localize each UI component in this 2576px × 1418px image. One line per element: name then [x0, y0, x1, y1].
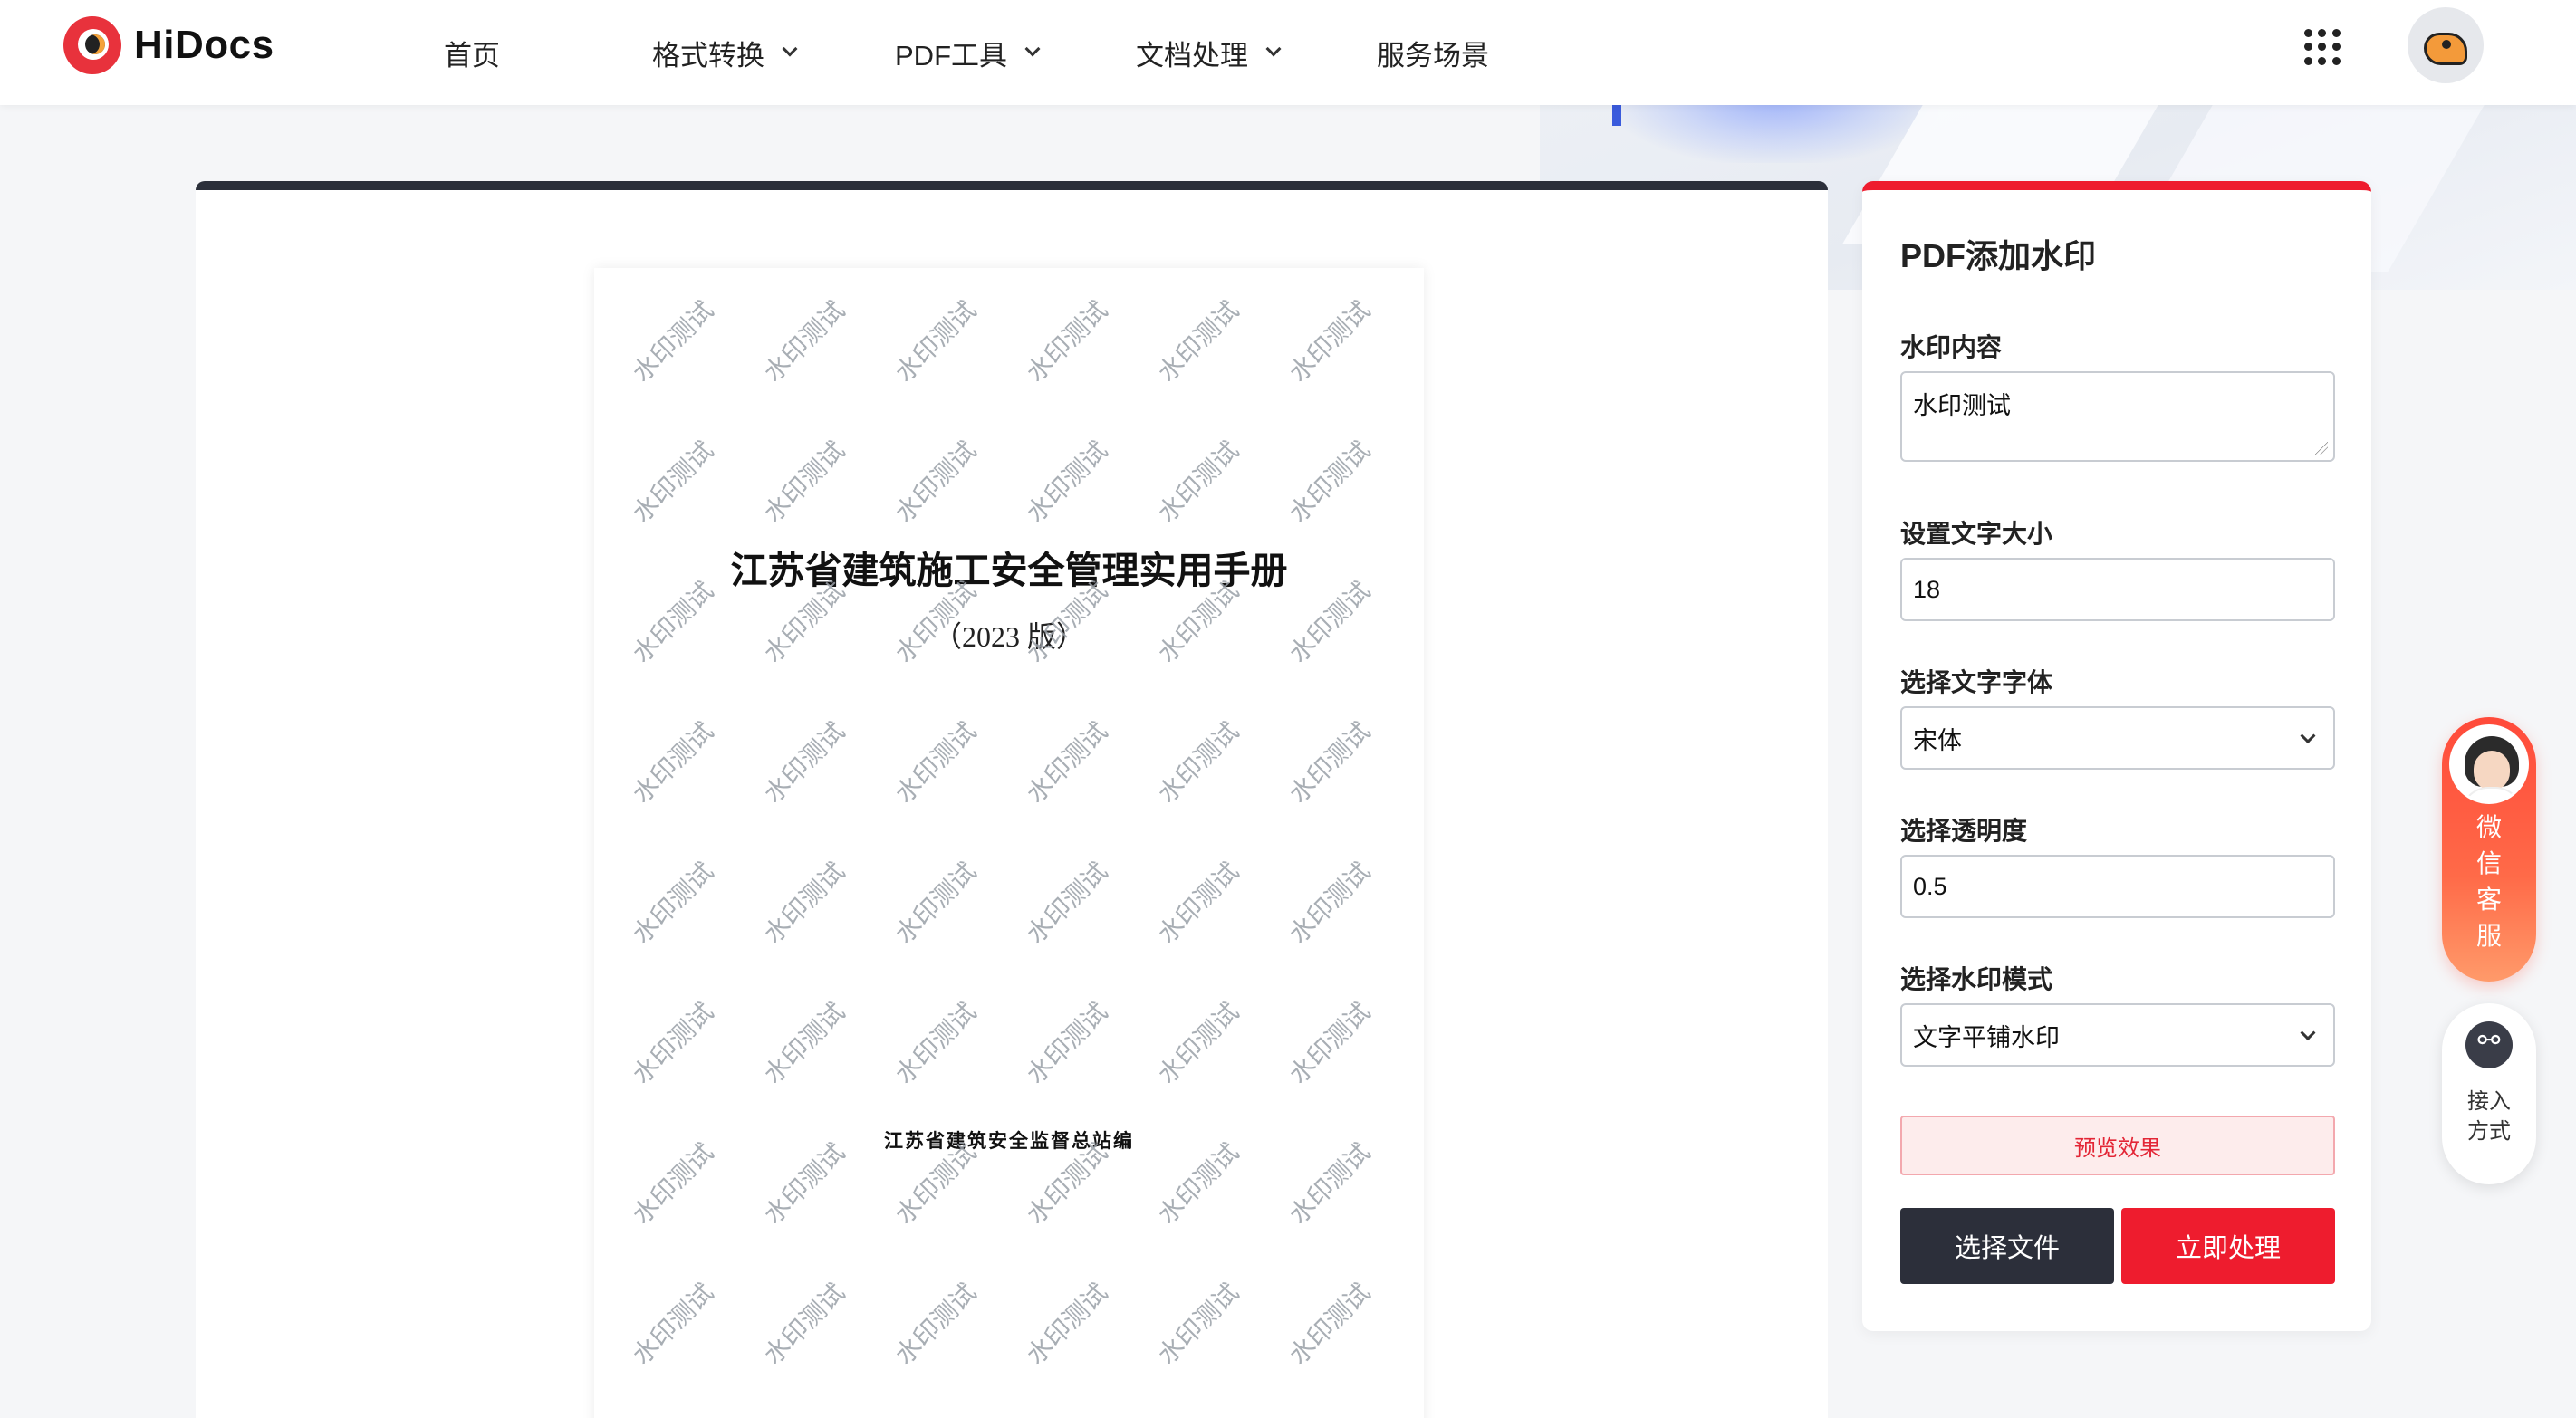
watermark-text: 水印测试 — [1151, 996, 1245, 1090]
watermark-text: 水印测试 — [757, 294, 851, 388]
main-nav: 首页 格式转换 PDF工具 文档处理 服务场景 — [444, 0, 1489, 105]
font-size-label: 设置文字大小 — [1900, 520, 2053, 548]
watermark-text: 水印测试 — [757, 1277, 851, 1371]
watermark-content-label: 水印内容 — [1900, 333, 2003, 361]
chevron-down-icon — [2300, 1025, 2316, 1041]
document-footer: 江苏省建筑安全监督总站编 — [884, 1129, 1134, 1152]
watermark-text: 水印测试 — [757, 435, 851, 529]
chevron-down-icon — [782, 41, 798, 57]
select-value: 文字平铺水印 — [1913, 1023, 2060, 1051]
nav-item-doc-processing[interactable]: 文档处理 — [1136, 33, 1377, 73]
watermark-text: 水印测试 — [889, 435, 983, 529]
watermark-text: 水印测试 — [1283, 996, 1377, 1090]
watermark-text: 水印测试 — [626, 856, 720, 950]
brand-logo[interactable]: HiDocs — [63, 16, 274, 74]
watermark-text: 水印测试 — [1020, 294, 1114, 388]
nav-label: 格式转换 — [652, 39, 764, 72]
watermark-text: 水印测试 — [1283, 715, 1377, 810]
select-value: 宋体 — [1913, 726, 1962, 754]
nav-item-format-convert[interactable]: 格式转换 — [652, 33, 895, 73]
watermark-text: 水印测试 — [889, 996, 983, 1090]
font-family-label: 选择文字字体 — [1900, 668, 2053, 696]
font-size-input[interactable]: 18 — [1900, 558, 2335, 621]
watermark-text: 水印测试 — [1020, 435, 1114, 529]
watermark-text: 水印测试 — [626, 294, 720, 388]
nav-label: 首页 — [444, 39, 500, 72]
watermark-text: 水印测试 — [757, 715, 851, 810]
wechat-service-button[interactable]: 微信客服 — [2442, 717, 2536, 982]
watermark-text: 水印测试 — [1151, 294, 1245, 388]
watermark-text: 水印测试 — [757, 996, 851, 1090]
nav-item-service-scenarios[interactable]: 服务场景 — [1377, 33, 1489, 73]
mode-label: 选择水印模式 — [1900, 965, 2053, 993]
choose-file-button[interactable]: 选择文件 — [1900, 1208, 2114, 1284]
nav-item-pdf-tools[interactable]: PDF工具 — [895, 33, 1136, 73]
watermark-content-textarea[interactable]: 水印测试 — [1900, 371, 2335, 462]
user-avatar[interactable] — [2408, 7, 2484, 83]
document-title: 江苏省建筑施工安全管理实用手册 — [730, 549, 1288, 592]
watermark-text: 水印测试 — [626, 435, 720, 529]
watermark-text: 水印测试 — [1151, 856, 1245, 950]
watermark-text: 水印测试 — [757, 856, 851, 950]
watermark-text: 水印测试 — [889, 856, 983, 950]
opacity-input[interactable]: 0.5 — [1900, 855, 2335, 918]
resize-handle-icon[interactable] — [2315, 442, 2328, 455]
nav-label: PDF工具 — [895, 39, 1007, 72]
link-icon — [2465, 1021, 2513, 1068]
wechat-service-label: 微信客服 — [2475, 813, 2502, 950]
access-method-label: 接入 方式 — [2467, 1089, 2511, 1144]
mode-select[interactable]: 文字平铺水印 — [1900, 1003, 2335, 1067]
watermark-settings-panel: PDF添加水印 水印内容 水印测试 设置文字大小 18 选择文字字体 宋体 选择… — [1862, 181, 2371, 1331]
watermark-text: 水印测试 — [1283, 856, 1377, 950]
watermark-text: 水印测试 — [1151, 435, 1245, 529]
watermark-text: 水印测试 — [626, 996, 720, 1090]
textarea-value: 水印测试 — [1913, 392, 2011, 419]
watermark-text: 水印测试 — [626, 715, 720, 810]
watermark-text: 水印测试 — [626, 1277, 720, 1371]
chevron-down-icon — [1024, 41, 1041, 57]
nav-label: 文档处理 — [1136, 39, 1248, 72]
nav-label: 服务场景 — [1377, 39, 1489, 72]
document-preview-panel: 江苏省建筑施工安全管理实用手册 （2023 版） 江苏省建筑安全监督总站编 水印… — [196, 181, 1828, 1418]
top-header: HiDocs 首页 格式转换 PDF工具 文档处理 服务场景 — [0, 0, 2576, 105]
watermark-text: 水印测试 — [1020, 1277, 1114, 1371]
watermark-text: 水印测试 — [1020, 856, 1114, 950]
input-value: 18 — [1913, 575, 1941, 603]
customer-service-avatar-icon — [2449, 724, 2529, 804]
watermark-text: 水印测试 — [1151, 1277, 1245, 1371]
logo-icon — [63, 16, 121, 74]
watermark-text: 水印测试 — [1283, 294, 1377, 388]
font-family-select[interactable]: 宋体 — [1900, 706, 2335, 770]
preview-effect-button[interactable]: 预览效果 — [1900, 1116, 2335, 1175]
chevron-down-icon — [1265, 41, 1282, 57]
apps-grid-icon[interactable] — [2304, 29, 2341, 65]
input-value: 0.5 — [1913, 872, 1947, 900]
watermark-text: 水印测试 — [889, 1277, 983, 1371]
pdf-page: 江苏省建筑施工安全管理实用手册 （2023 版） 江苏省建筑安全监督总站编 水印… — [594, 268, 1424, 1418]
watermark-text: 水印测试 — [1283, 435, 1377, 529]
watermark-text: 水印测试 — [889, 294, 983, 388]
opacity-label: 选择透明度 — [1900, 817, 2028, 845]
watermark-text: 水印测试 — [1020, 715, 1114, 810]
watermark-text: 水印测试 — [1151, 715, 1245, 810]
panel-title: PDF添加水印 — [1900, 237, 2097, 274]
process-now-button[interactable]: 立即处理 — [2121, 1208, 2335, 1284]
watermark-text: 水印测试 — [889, 715, 983, 810]
brand-name: HiDocs — [134, 23, 274, 67]
nav-item-home[interactable]: 首页 — [444, 33, 652, 73]
access-method-button[interactable]: 接入方式 — [2442, 1003, 2536, 1184]
watermark-text: 水印测试 — [1283, 1277, 1377, 1371]
chevron-down-icon — [2300, 728, 2316, 744]
watermark-text: 水印测试 — [1020, 996, 1114, 1090]
